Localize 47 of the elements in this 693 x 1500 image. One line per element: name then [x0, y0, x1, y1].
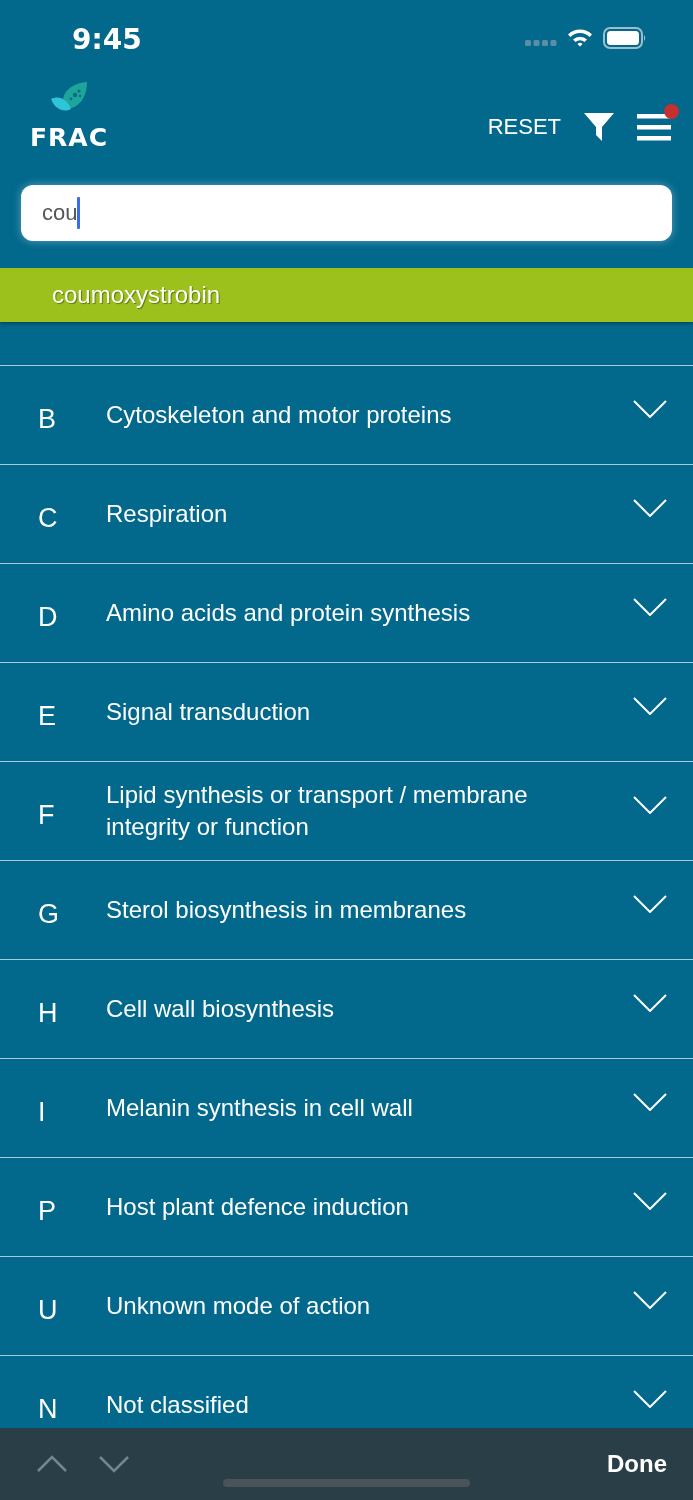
search-field[interactable]: cou — [21, 185, 672, 241]
chevron-down-icon[interactable] — [633, 598, 667, 616]
group-name[interactable]: Cell wall biosynthesis — [106, 993, 633, 1025]
group-name[interactable]: Cytoskeleton and motor proteins — [106, 399, 633, 431]
chevron-down-icon[interactable] — [633, 400, 667, 418]
group-name[interactable]: Unknown mode of action — [106, 1290, 633, 1322]
signal-icon — [525, 39, 557, 46]
group-name[interactable]: Respiration — [106, 498, 633, 530]
battery-icon — [603, 26, 647, 49]
previous-icon[interactable] — [36, 1455, 68, 1473]
group-code: H — [38, 996, 59, 1029]
group-name[interactable]: Melanin synthesis in cell wall — [106, 1092, 633, 1124]
chevron-down-icon[interactable] — [633, 796, 667, 814]
filter-icon[interactable] — [583, 111, 615, 143]
next-icon[interactable] — [98, 1455, 130, 1473]
chevron-down-icon[interactable] — [633, 1192, 667, 1210]
search-text: cou — [42, 200, 78, 226]
status-time: 9:45 — [72, 22, 142, 56]
chevron-down-icon[interactable] — [633, 1390, 667, 1408]
text-cursor — [77, 197, 81, 229]
group-name[interactable]: Signal transduction — [106, 696, 633, 728]
group-code: C — [38, 501, 59, 534]
wifi-icon — [567, 28, 593, 47]
group-code: P — [38, 1194, 57, 1227]
chevron-down-icon[interactable] — [633, 895, 667, 913]
group-code: I — [38, 1095, 47, 1128]
group-name[interactable]: Not classified — [106, 1389, 633, 1421]
group-name[interactable]: Lipid synthesis or transport / membrane integrity or function — [106, 779, 633, 843]
chevron-down-icon[interactable] — [633, 1093, 667, 1111]
group-code: B — [38, 402, 57, 435]
group-code: E — [38, 699, 57, 732]
logo-text: FRAC — [30, 123, 109, 152]
chevron-down-icon[interactable] — [633, 994, 667, 1012]
done-button[interactable]: Done — [607, 1450, 667, 1478]
group-name[interactable]: Amino acids and protein synthesis — [106, 597, 633, 629]
group-code: D — [38, 600, 59, 633]
chevron-down-icon[interactable] — [633, 499, 667, 517]
menu-button[interactable] — [637, 112, 671, 142]
group-code: F — [38, 798, 56, 831]
group-name[interactable]: Sterol biosynthesis in membranes — [106, 894, 633, 926]
group-code: G — [38, 897, 60, 930]
reset-button[interactable]: RESET — [487, 114, 561, 140]
chevron-down-icon[interactable] — [633, 697, 667, 715]
group-code: U — [38, 1293, 59, 1326]
group-code: N — [38, 1392, 59, 1425]
chevron-down-icon[interactable] — [633, 1291, 667, 1309]
group-name[interactable]: Host plant defence induction — [106, 1191, 633, 1223]
